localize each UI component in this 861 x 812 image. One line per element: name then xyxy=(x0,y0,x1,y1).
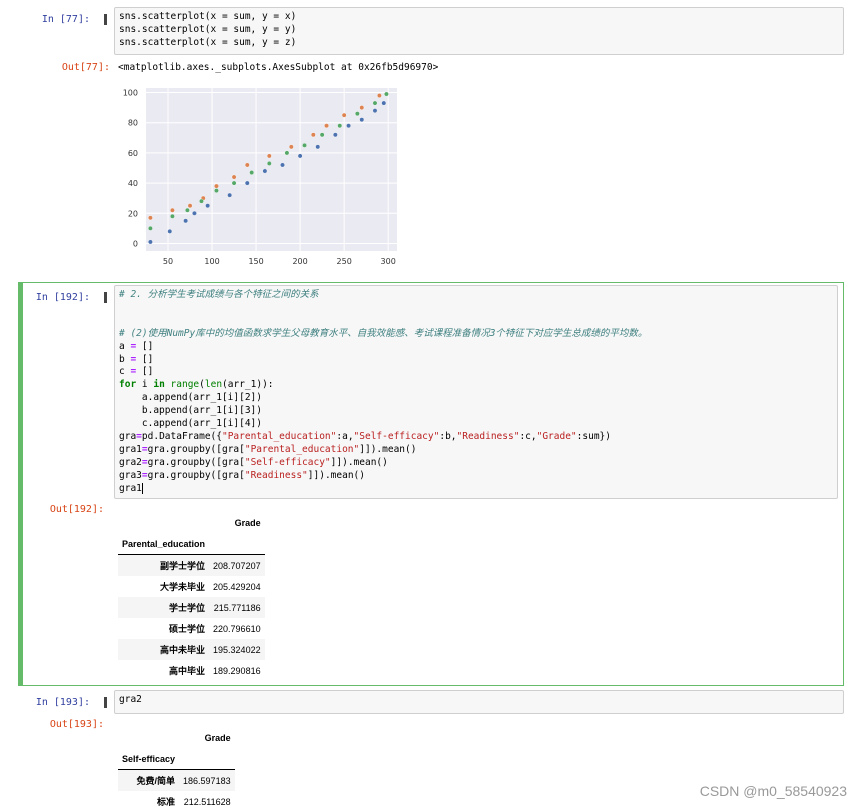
scatter-point-series-0 xyxy=(167,228,173,234)
scatter-point-series-0 xyxy=(381,100,387,106)
scatter-point-series-2 xyxy=(372,100,378,106)
scatter-point-series-2 xyxy=(249,170,255,175)
y-tick-label: 60 xyxy=(128,149,138,158)
code-comment: # 2. 分析学生考试成绩与各个特征之间的关系 xyxy=(119,289,319,300)
index-name: Self-efficacy xyxy=(122,753,176,764)
scatter-point-series-2 xyxy=(170,213,175,219)
scatter-point-series-1 xyxy=(231,174,237,180)
x-tick-label: 300 xyxy=(381,257,396,266)
column-header: Grade xyxy=(204,732,231,743)
dataframe-table: Grade Parental_education 副学士学位 208.707207… xyxy=(118,512,265,681)
scatter-point-series-2 xyxy=(384,91,389,97)
scatter-point-series-0 xyxy=(262,168,268,174)
code-line-3: sns.scatterplot(x = sum, y = z) xyxy=(119,36,297,48)
code-line: gra2 xyxy=(119,694,142,705)
scatter-point-series-1 xyxy=(148,215,153,221)
scatter-point-series-0 xyxy=(346,123,351,129)
scatter-point-series-0 xyxy=(332,132,338,138)
table-row: 高中毕业 189.290816 xyxy=(169,665,261,677)
y-tick-label: 80 xyxy=(128,119,138,128)
cell-run-indicator xyxy=(104,292,107,303)
scatter-point-series-2 xyxy=(319,132,325,138)
scatter-point-series-2 xyxy=(214,188,219,194)
scatter-point-series-2 xyxy=(231,180,237,186)
code-input[interactable]: gra2 xyxy=(114,690,844,714)
scatter-point-series-1 xyxy=(266,153,272,159)
scatter-point-series-1 xyxy=(310,132,316,138)
scatter-point-series-1 xyxy=(324,123,329,129)
index-name: Parental_education xyxy=(122,538,206,549)
y-tick-labels: 0 20 40 60 80 100 xyxy=(123,89,138,249)
code-comment: # (2)使用NumPy库中的均值函数求学生父母教育水平、自我效能感、考试课程准… xyxy=(119,327,648,339)
scatter-point-series-1 xyxy=(187,203,193,209)
x-tick-labels: 50 100 150 200 250 300 xyxy=(163,257,396,266)
scatter-point-series-0 xyxy=(192,210,197,216)
scatter-point-series-0 xyxy=(372,108,378,114)
scatter-point-series-0 xyxy=(244,180,250,186)
code-line-1: sns.scatterplot(x = sum, y = x) xyxy=(119,11,297,22)
out-prompt: Out[193]: xyxy=(49,719,104,730)
scatter-point-series-0 xyxy=(205,203,211,209)
scatter-point-series-1 xyxy=(244,162,250,168)
in-prompt: In [193]: xyxy=(35,697,90,708)
code-input[interactable]: # 2. 分析学生考试成绩与各个特征之间的关系 # (2)使用NumPy库中的均… xyxy=(114,285,838,499)
code-input[interactable]: sns.scatterplot(x = sum, y = x) sns.scat… xyxy=(114,7,844,55)
scatter-point-series-0 xyxy=(227,192,233,198)
scatter-point-series-1 xyxy=(214,183,219,189)
scatter-point-series-0 xyxy=(315,144,321,150)
x-tick-label: 150 xyxy=(248,257,263,266)
x-tick-label: 100 xyxy=(204,257,219,266)
table-row: 学士学位 215.771186 xyxy=(118,597,265,618)
table-row: 硕士学位 220.796610 xyxy=(169,623,261,635)
y-tick-label: 100 xyxy=(123,89,138,98)
scatter-point-series-2 xyxy=(148,225,153,231)
out-prompt: Out[192]: xyxy=(49,504,104,515)
y-tick-label: 40 xyxy=(128,179,138,188)
scatter-plot: 50 100 150 200 250 300 0 20 40 60 80 100 xyxy=(123,88,397,266)
scatter-point-series-2 xyxy=(337,123,343,129)
scatter-point-series-0 xyxy=(280,162,285,168)
scatter-point-series-0 xyxy=(297,153,303,159)
scatter-point-series-2 xyxy=(284,150,290,156)
table-row: 大学未毕业 205.429204 xyxy=(160,581,261,593)
code-line-2: sns.scatterplot(x = sum, y = y) xyxy=(119,23,297,35)
x-tick-label: 50 xyxy=(163,257,173,266)
out-prompt: Out[77]: xyxy=(61,62,110,73)
cell-run-indicator xyxy=(104,697,107,708)
in-prompt: In [192]: xyxy=(35,292,90,303)
output-text: <matplotlib.axes._subplots.AxesSubplot a… xyxy=(118,62,439,73)
scatter-point-series-2 xyxy=(266,161,272,166)
table-row: 高中未毕业 195.324022 xyxy=(118,639,265,660)
scatter-point-series-2 xyxy=(302,142,307,148)
watermark: CSDN @m0_58540923 xyxy=(699,783,847,799)
scatter-point-series-1 xyxy=(170,207,175,213)
x-tick-label: 250 xyxy=(337,257,352,266)
cell-run-indicator xyxy=(104,14,107,25)
scatter-point-series-0 xyxy=(359,117,365,123)
scatter-point-series-2 xyxy=(354,111,360,117)
scatter-point-series-2 xyxy=(199,198,204,204)
y-tick-label: 20 xyxy=(128,209,138,218)
scatter-point-series-1 xyxy=(288,144,294,150)
x-tick-label: 200 xyxy=(292,257,307,266)
scatter-point-series-1 xyxy=(359,105,365,111)
dataframe-table: Grade Self-efficacy 免费/简单 186.597183 标准 21… xyxy=(118,727,235,812)
in-prompt: In [77]: xyxy=(41,14,90,25)
table-row: 副学士学位 208.707207 xyxy=(118,554,265,576)
table-row: 免费/简单 186.597183 xyxy=(118,769,235,791)
scatter-point-series-2 xyxy=(184,207,190,213)
column-header: Grade xyxy=(234,517,261,528)
y-tick-label: 0 xyxy=(133,239,138,248)
scatter-point-series-1 xyxy=(341,112,347,118)
scatter-point-series-0 xyxy=(183,218,189,224)
scatter-point-series-1 xyxy=(376,93,382,98)
scatter-point-series-0 xyxy=(148,239,153,245)
